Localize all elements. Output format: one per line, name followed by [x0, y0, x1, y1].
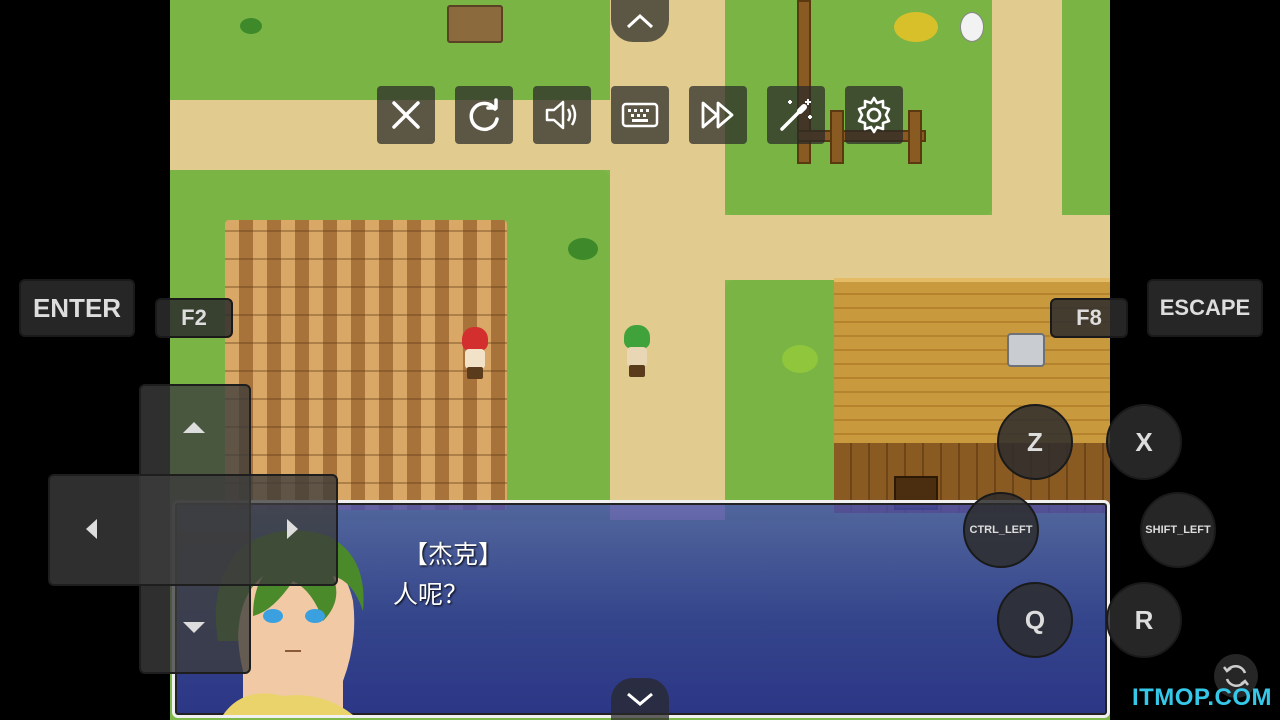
dpad-left-arrow-icon[interactable] — [86, 519, 97, 539]
restart-icon — [469, 98, 499, 132]
enter-key[interactable]: ENTER — [19, 279, 135, 337]
settings-button[interactable] — [845, 86, 903, 144]
ctrl-left-key[interactable]: CTRL_LEFT — [963, 492, 1039, 568]
fast-forward-icon — [701, 101, 734, 129]
player-green-hair — [620, 325, 654, 377]
grass-patch — [725, 280, 835, 520]
fast-forward-button[interactable] — [689, 86, 747, 144]
close-button[interactable] — [377, 86, 435, 144]
grass-patch — [170, 0, 610, 100]
close-icon — [392, 101, 420, 129]
escape-key[interactable]: ESCAPE — [1147, 279, 1263, 337]
volume-icon — [545, 100, 577, 130]
restart-button[interactable] — [455, 86, 513, 144]
keyboard-icon — [621, 102, 659, 128]
r-key[interactable]: R — [1106, 582, 1182, 658]
grass-patch — [1062, 0, 1110, 215]
grass-tuft — [240, 18, 262, 34]
expand-toolbar-button[interactable] — [611, 0, 669, 42]
q-key[interactable]: Q — [997, 582, 1073, 658]
flower-bush — [894, 12, 938, 42]
z-key[interactable]: Z — [997, 404, 1073, 480]
shift-left-key[interactable]: SHIFT_LEFT — [1140, 492, 1216, 568]
chicken — [960, 12, 984, 42]
dirt-path-right — [992, 0, 1062, 280]
chevron-down-icon — [627, 692, 653, 706]
npc-red-bandana — [458, 327, 492, 379]
fence-post — [830, 110, 844, 164]
gear-icon — [857, 96, 891, 134]
x-key[interactable]: X — [1106, 404, 1182, 480]
dpad-down-arrow-icon[interactable] — [183, 622, 205, 633]
wooden-sign — [447, 5, 503, 43]
mailbox — [1007, 333, 1045, 367]
dialogue-text: 人呢？ — [393, 580, 469, 609]
keyboard-button[interactable] — [611, 86, 669, 144]
f2-key[interactable]: F2 — [155, 298, 233, 338]
watermark: ITMOP.COM — [1131, 684, 1272, 711]
grass-tuft — [568, 238, 598, 260]
dpad-up-arrow-icon[interactable] — [183, 422, 205, 433]
f8-key[interactable]: F8 — [1050, 298, 1128, 338]
speaker-name: 【杰克】 — [403, 540, 504, 569]
chevron-up-icon — [626, 13, 654, 29]
magic-wand-icon — [780, 99, 812, 131]
dpad-right-arrow-icon[interactable] — [287, 519, 298, 539]
fence-post — [908, 110, 922, 164]
collapse-toolbar-button[interactable] — [611, 678, 669, 720]
cheat-button[interactable] — [767, 86, 825, 144]
grass-tuft — [782, 345, 818, 373]
volume-button[interactable] — [533, 86, 591, 144]
